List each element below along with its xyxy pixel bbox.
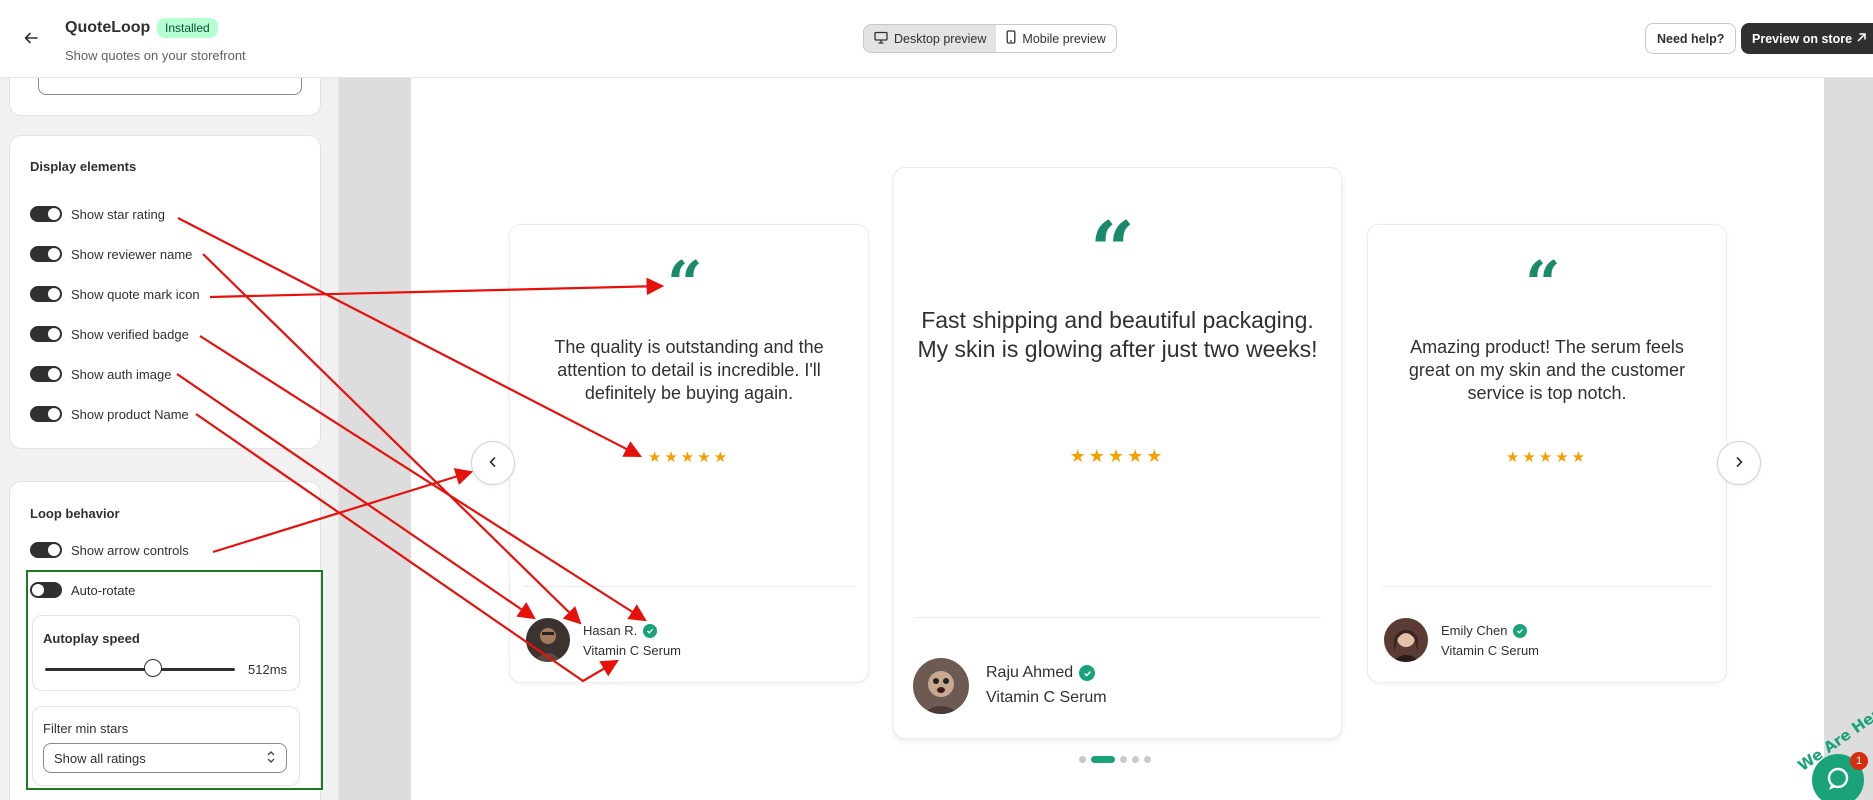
toggle-show-arrow-controls[interactable]: Show arrow controls (30, 542, 189, 558)
mobile-icon (1006, 30, 1016, 47)
desktop-icon (874, 31, 888, 47)
carousel-pagination (1079, 756, 1151, 763)
toggle-label: Show quote mark icon (71, 286, 200, 302)
pagination-dot[interactable] (1132, 756, 1139, 763)
review-card: “ Amazing product! The serum feels great… (1367, 224, 1727, 683)
toggle-label: Show verified badge (71, 326, 189, 342)
reviewer-name-row: Hasan R. (583, 623, 658, 638)
desktop-preview-button[interactable]: Desktop preview (864, 25, 997, 52)
arrow-left-icon (23, 30, 39, 49)
carousel-prev-button[interactable] (471, 441, 515, 485)
review-text: Amazing product! The serum feels great o… (1408, 337, 1686, 403)
pagination-dot[interactable] (1144, 756, 1151, 763)
quote-mark-icon: “ (1525, 247, 1561, 320)
display-elements-card: Display elements Show star rating Show r… (9, 135, 321, 449)
status-badge: Installed (157, 18, 218, 38)
reviewer-name-row: Raju Ahmed (986, 664, 1096, 682)
preview-on-store-label: Preview on store (1752, 31, 1853, 46)
reviewer-avatar (1384, 618, 1428, 662)
quote-mark-icon: “ (1090, 205, 1135, 296)
reviewer-avatar (526, 618, 570, 662)
review-text: Fast shipping and beautiful packaging. M… (917, 307, 1318, 362)
star-rating: ★★★★★ (1505, 449, 1589, 466)
external-link-icon (1856, 32, 1867, 46)
need-help-button[interactable]: Need help? (1645, 23, 1737, 54)
back-button[interactable] (18, 26, 44, 52)
loop-behavior-title: Loop behavior (30, 506, 120, 521)
review-divider (1382, 586, 1712, 587)
desktop-preview-label: Desktop preview (894, 31, 987, 46)
highlight-box (26, 570, 323, 790)
storefront-preview: “ The quality is outstanding and the att… (411, 78, 1824, 800)
toggle-switch[interactable] (30, 246, 62, 262)
toggle-label: Show auth image (71, 366, 172, 382)
app-header: QuoteLoop Installed Show quotes on your … (0, 0, 339, 78)
pagination-dot-active[interactable] (1091, 756, 1115, 763)
reviewer-name-row: Emily Chen (1441, 623, 1528, 638)
product-name: Vitamin C Serum (1441, 643, 1540, 658)
pagination-dot[interactable] (1120, 756, 1127, 763)
review-divider (524, 586, 854, 587)
product-name: Vitamin C Serum (986, 689, 1107, 706)
quote-mark-icon: “ (667, 247, 703, 320)
mobile-preview-button[interactable]: Mobile preview (996, 25, 1115, 52)
review-text: The quality is outstanding and the atten… (554, 337, 824, 403)
toggle-show-verified-badge[interactable]: Show verified badge (30, 326, 189, 342)
toggle-switch[interactable] (30, 206, 62, 222)
review-card-featured: “ Fast shipping and beautiful packaging.… (893, 167, 1342, 739)
verified-badge-icon (1513, 623, 1528, 638)
reviewer-name: Emily Chen (1441, 623, 1508, 638)
toggle-show-quote-mark-icon[interactable]: Show quote mark icon (30, 286, 200, 302)
reviewer-name: Hasan R. (583, 623, 638, 638)
reviewer-name: Raju Ahmed (986, 664, 1074, 681)
product-name: Vitamin C Serum (583, 643, 682, 658)
toggle-label: Show reviewer name (71, 246, 193, 262)
toggle-show-star-rating[interactable]: Show star rating (30, 206, 165, 222)
preview-topbar: Desktop preview Mobile preview Need help… (339, 0, 1873, 78)
pagination-dot[interactable] (1079, 756, 1086, 763)
app-name: QuoteLoop (65, 19, 151, 36)
toggle-switch[interactable] (30, 406, 62, 422)
preview-mode-toggle: Desktop preview Mobile preview (863, 24, 1117, 53)
carousel-next-button[interactable] (1717, 441, 1761, 485)
toggle-switch[interactable] (30, 542, 62, 558)
mobile-preview-label: Mobile preview (1022, 31, 1106, 46)
toggle-show-auth-image[interactable]: Show auth image (30, 366, 171, 382)
chat-icon (1825, 766, 1851, 795)
toggle-switch[interactable] (30, 286, 62, 302)
reviewer-avatar (913, 658, 969, 714)
chat-widget[interactable]: We Are Here 1 (1782, 699, 1873, 800)
toggle-label: Show star rating (71, 206, 165, 222)
preview-on-store-button[interactable]: Preview on store (1741, 23, 1873, 54)
chevron-left-icon (488, 456, 498, 471)
review-card: “ The quality is outstanding and the att… (509, 224, 869, 683)
star-rating: ★★★★★ (1069, 446, 1166, 466)
toggle-show-product-name[interactable]: Show product Name (30, 406, 189, 422)
review-divider (914, 617, 1321, 618)
toggle-label: Show arrow controls (71, 542, 189, 558)
toggle-switch[interactable] (30, 366, 62, 382)
display-elements-title: Display elements (30, 159, 137, 174)
verified-badge-icon (643, 623, 658, 638)
toggle-show-reviewer-name[interactable]: Show reviewer name (30, 246, 192, 262)
chevron-right-icon (1734, 456, 1744, 471)
toggle-switch[interactable] (30, 326, 62, 342)
chat-unread-badge: 1 (1850, 752, 1868, 770)
preview-canvas: “ The quality is outstanding and the att… (339, 78, 1873, 800)
star-rating: ★★★★★ (647, 449, 731, 466)
toggle-label: Show product Name (71, 406, 189, 422)
app-subtitle: Show quotes on your storefront (65, 48, 246, 63)
verified-badge-icon (1079, 665, 1096, 681)
